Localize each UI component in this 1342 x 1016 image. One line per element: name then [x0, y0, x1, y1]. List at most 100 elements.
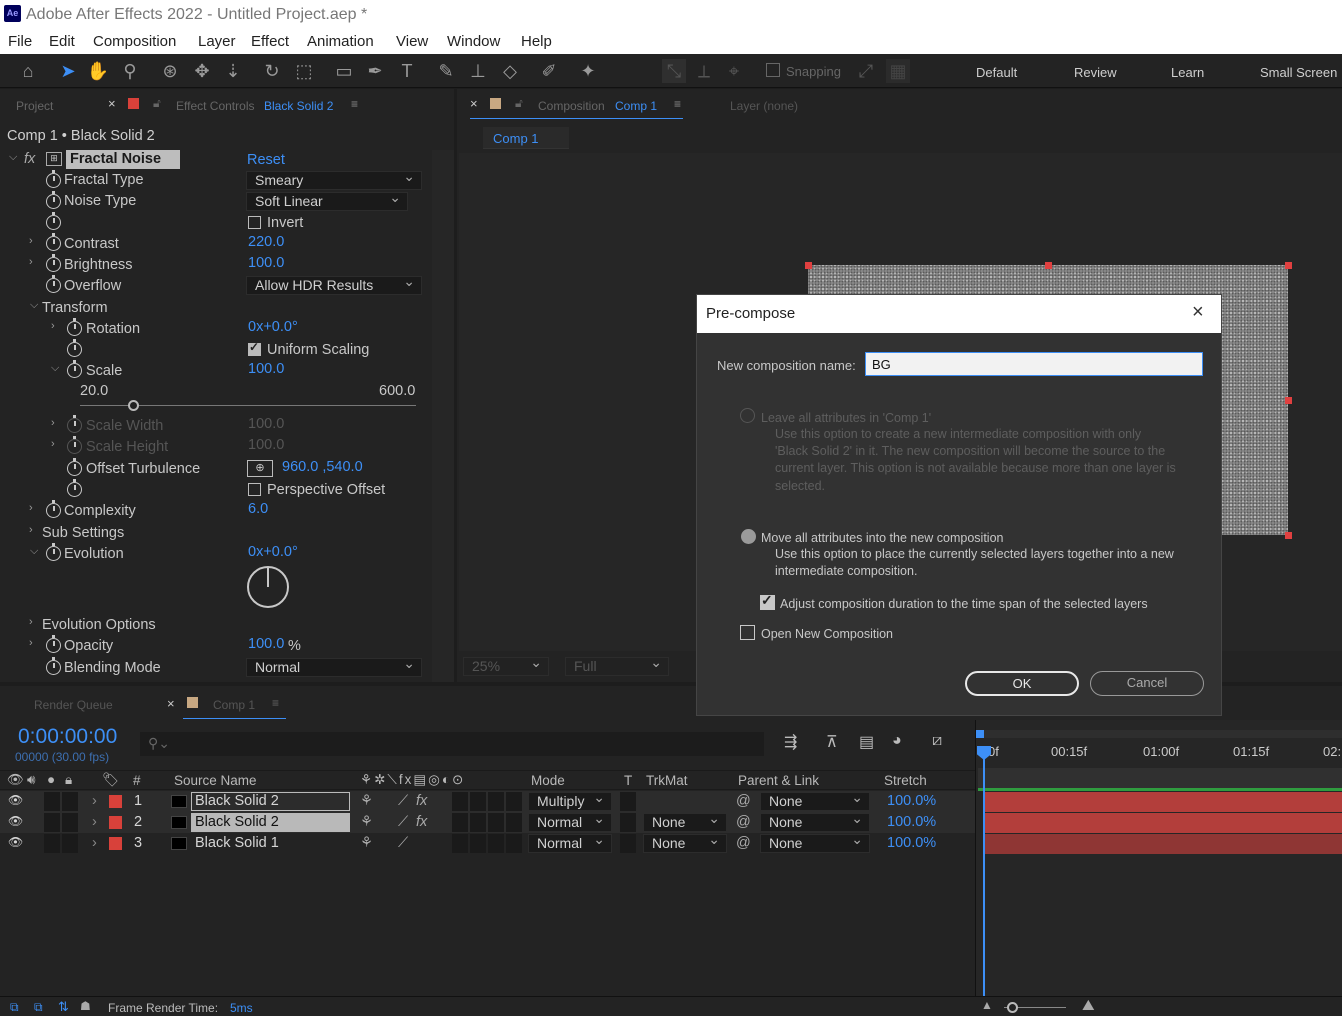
roto-brush-icon[interactable]: ✐ [537, 59, 561, 83]
adjust-duration-checkbox[interactable]: ✓ [760, 592, 775, 610]
selection-tool-icon[interactable]: ➤ [56, 59, 80, 83]
zoom-out-icon[interactable]: ▲ [981, 998, 993, 1012]
opacity-value[interactable]: 100.0 [248, 636, 284, 652]
menu-animation[interactable]: Animation [307, 33, 374, 50]
layer-label-color[interactable] [109, 795, 122, 808]
pickwhip-icon[interactable]: @ [736, 793, 751, 809]
blend-mode-dropdown[interactable]: Normal [528, 831, 612, 853]
tab-layer[interactable]: Layer (none) [730, 99, 798, 113]
workspace-default[interactable]: Default [976, 65, 1017, 80]
eye-icon[interactable]: 👁︎ [8, 793, 23, 807]
evolution-dial[interactable] [247, 566, 289, 608]
switch-cell[interactable] [452, 792, 468, 811]
chevron-right-icon[interactable]: › [29, 637, 33, 649]
stopwatch-icon[interactable] [67, 339, 82, 357]
quality-switch-icon[interactable]: ⟋ [398, 814, 408, 830]
workspace-review[interactable]: Review [1074, 65, 1117, 80]
layer-handle[interactable] [1285, 532, 1292, 539]
stopwatch-icon[interactable] [46, 500, 61, 518]
switch-cell[interactable] [470, 813, 486, 832]
resolution-dropdown[interactable]: Full [565, 654, 669, 676]
quality-switch-icon[interactable]: ⟋ [398, 793, 408, 809]
solo-toggle[interactable] [62, 792, 78, 811]
parent-dropdown[interactable]: None [760, 789, 870, 811]
scale-value[interactable]: 100.0 [248, 361, 284, 377]
chevron-right-icon[interactable]: › [29, 616, 33, 628]
complexity-value[interactable]: 6.0 [248, 501, 268, 517]
perspective-offset-checkbox[interactable] [248, 483, 261, 496]
layer-duration-bar[interactable] [984, 813, 1342, 833]
panel-menu-icon[interactable]: ≡ [674, 97, 681, 111]
chevron-right-icon[interactable]: › [51, 438, 55, 450]
column-parent[interactable]: Parent & Link [738, 773, 819, 788]
switch-cell[interactable] [452, 813, 468, 832]
chevron-right-icon[interactable]: › [92, 835, 97, 851]
eye-icon[interactable]: 👁︎ [8, 835, 23, 849]
menu-file[interactable]: File [8, 33, 32, 50]
close-icon[interactable]: × [167, 696, 175, 711]
blend-mode-dropdown[interactable]: Multiply [528, 789, 612, 811]
radio-move-attributes[interactable] [741, 529, 756, 544]
snap-feature-icon[interactable]: ⤢ [854, 59, 878, 83]
stretch-value[interactable]: 100.0% [887, 793, 936, 809]
switch-cell[interactable] [488, 813, 504, 832]
lock-icon[interactable]: 🔒︎ [65, 772, 72, 788]
chevron-right-icon[interactable]: › [29, 235, 33, 247]
chevron-right-icon[interactable]: › [51, 320, 55, 332]
chevron-down-icon[interactable]: ⌵ [51, 362, 59, 375]
menu-view[interactable]: View [396, 33, 428, 50]
stopwatch-icon[interactable] [46, 543, 61, 561]
chevron-right-icon[interactable]: › [29, 256, 33, 268]
parent-dropdown[interactable]: None [760, 810, 870, 832]
uniform-scaling-checkbox[interactable] [248, 340, 261, 356]
pan-camera-icon[interactable]: ✥ [190, 59, 214, 83]
scale-slider-handle[interactable] [128, 400, 139, 411]
stopwatch-icon[interactable] [67, 458, 82, 476]
snapping-checkbox[interactable] [766, 63, 780, 77]
stopwatch-icon[interactable] [46, 657, 61, 675]
composition-flowchart-icon[interactable]: ⧉ [10, 1000, 19, 1015]
snap-grid-icon[interactable]: ▦ [886, 59, 910, 83]
layer-handle[interactable] [1285, 262, 1292, 269]
tab-comp[interactable]: Comp 1 [213, 698, 255, 712]
menu-help[interactable]: Help [521, 33, 552, 50]
menu-layer[interactable]: Layer [198, 33, 236, 50]
reset-link[interactable]: Reset [247, 152, 285, 168]
solo-toggle[interactable] [62, 834, 78, 853]
trkmat-dropdown[interactable]: None [643, 810, 727, 832]
fractal-type-dropdown[interactable]: Smeary [246, 168, 422, 190]
contrast-value[interactable]: 220.0 [248, 234, 284, 250]
work-area-start[interactable] [976, 730, 984, 738]
chevron-down-icon[interactable]: ⌵ [30, 545, 38, 558]
menu-edit[interactable]: Edit [49, 33, 75, 50]
rotation-value[interactable]: 0x+0.0° [248, 319, 298, 335]
brightness-value[interactable]: 100.0 [248, 255, 284, 271]
draft-3d-icon[interactable]: ⇶ [784, 732, 797, 752]
panel-menu-icon[interactable]: ≡ [272, 696, 279, 710]
tab-effect-controls[interactable]: Effect Controls [176, 99, 254, 113]
switch-cell[interactable] [506, 792, 522, 811]
switch-cell[interactable] [506, 813, 522, 832]
layer-handle[interactable] [805, 262, 812, 269]
stopwatch-icon[interactable] [46, 275, 61, 293]
audio-toggle[interactable] [44, 834, 60, 853]
shy-switch-icon[interactable]: ⚘ [360, 814, 373, 830]
shy-switch-icon[interactable]: ⚘ [360, 793, 373, 809]
open-new-comp-checkbox[interactable] [740, 625, 755, 640]
blend-mode-dropdown[interactable]: Normal [528, 810, 612, 832]
workspace-learn[interactable]: Learn [1171, 65, 1204, 80]
tab-render-queue[interactable]: Render Queue [34, 698, 113, 712]
zoom-slider-handle[interactable] [1007, 1002, 1018, 1013]
chevron-right-icon[interactable]: › [29, 524, 33, 536]
solo-toggle[interactable] [62, 813, 78, 832]
stopwatch-icon[interactable] [46, 170, 61, 188]
preserve-transparency-toggle[interactable] [620, 813, 636, 832]
graph-editor-icon[interactable]: ⧄ [932, 732, 942, 750]
chevron-right-icon[interactable]: › [92, 793, 97, 809]
chevron-right-icon[interactable]: › [92, 814, 97, 830]
stretch-value[interactable]: 100.0% [887, 835, 936, 851]
offset-turbulence-value[interactable]: 960.0 ,540.0 [282, 459, 363, 475]
switch-cell[interactable] [488, 834, 504, 853]
close-icon[interactable]: × [470, 96, 478, 111]
close-icon[interactable]: × [1192, 301, 1204, 324]
